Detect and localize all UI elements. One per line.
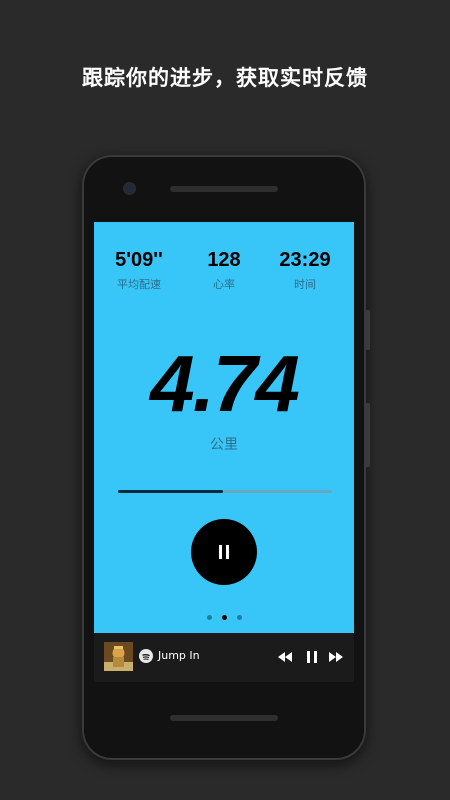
stat-heart-rate: 128 心率 [194,250,254,292]
pause-icon [219,545,229,559]
time-label: 时间 [294,278,316,291]
track-title: Jump In [158,649,200,662]
run-progress-bar [118,490,332,493]
page-dot-2[interactable] [221,615,227,620]
pause-run-button[interactable] [191,519,257,585]
bottom-speaker [170,715,278,721]
spotify-icon [139,649,153,663]
page-indicator [94,605,354,624]
rewind-icon [278,652,292,662]
page-dot-3[interactable] [236,615,242,620]
front-camera [125,184,134,193]
fast-forward-button[interactable] [328,647,344,667]
stat-avg-pace: 5'09'' 平均配速 [108,250,170,292]
run-progress-fill [118,490,223,493]
heart-rate-value: 128 [207,249,241,271]
album-art[interactable] [104,642,133,671]
earpiece-speaker [170,186,278,192]
heart-rate-label: 心率 [213,278,235,291]
fast-forward-icon [329,652,343,662]
distance-value: 4.74 [150,339,300,428]
pause-icon [307,651,317,663]
time-value: 23:29 [279,249,331,271]
run-tracking-screen: 5'09'' 平均配速 128 心率 23:29 时间 4.74 公里 Jump… [94,222,354,682]
now-playing-bar: Jump In [94,633,354,682]
album-art-image [104,642,133,671]
distance-unit: 公里 [210,437,238,453]
avg-pace-label: 平均配速 [117,278,161,291]
stat-time: 23:29 时间 [272,250,338,292]
page-dot-1[interactable] [206,615,212,620]
promo-headline: 跟踪你的进步，获取实时反馈 [82,66,368,90]
power-button [366,310,370,350]
avg-pace-value: 5'09'' [115,249,163,271]
volume-button [366,403,370,467]
music-pause-button[interactable] [306,647,318,667]
phone-frame: 5'09'' 平均配速 128 心率 23:29 时间 4.74 公里 Jump… [82,155,370,760]
rewind-button[interactable] [277,647,293,667]
